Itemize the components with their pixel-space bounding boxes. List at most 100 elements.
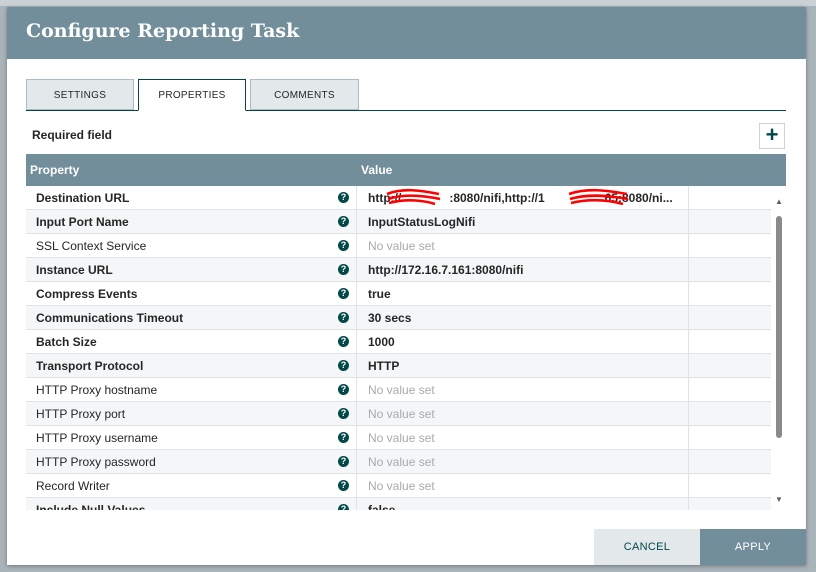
help-icon[interactable]: ?: [338, 264, 349, 275]
column-divider: [688, 498, 689, 510]
property-value[interactable]: http://172.16.7.161:8080/nifi: [368, 263, 523, 277]
tab-comments[interactable]: COMMENTS: [250, 79, 359, 110]
table-row[interactable]: HTTP Proxy hostname? No value set: [26, 378, 771, 402]
property-value[interactable]: 30 secs: [368, 311, 411, 325]
column-divider: [688, 450, 689, 474]
property-value[interactable]: No value set: [368, 239, 435, 253]
help-icon[interactable]: ?: [338, 456, 349, 467]
column-divider: [356, 282, 357, 306]
property-name: Transport Protocol: [36, 359, 144, 373]
property-value[interactable]: InputStatusLogNifi: [368, 215, 475, 229]
column-divider: [688, 378, 689, 402]
table-row[interactable]: Include Null Values? false: [26, 498, 771, 510]
cancel-button[interactable]: CANCEL: [594, 529, 700, 565]
scroll-up-arrow-icon[interactable]: ▲: [775, 197, 783, 206]
column-divider: [688, 426, 689, 450]
property-name: HTTP Proxy username: [36, 431, 158, 445]
table-body: Destination URL? http:// :8080/nifi,http:…: [26, 186, 771, 510]
column-divider: [688, 210, 689, 234]
column-divider: [688, 402, 689, 426]
help-icon[interactable]: ?: [338, 384, 349, 395]
property-name: Batch Size: [36, 335, 97, 349]
table-row[interactable]: HTTP Proxy password? No value set: [26, 450, 771, 474]
column-divider: [356, 450, 357, 474]
configure-reporting-task-dialog: Configure Reporting Task SETTINGS PROPER…: [7, 7, 806, 565]
table-row[interactable]: SSL Context Service? No value set: [26, 234, 771, 258]
redaction-scribble: [386, 188, 441, 206]
property-value[interactable]: HTTP: [368, 359, 399, 373]
table-row[interactable]: HTTP Proxy port? No value set: [26, 402, 771, 426]
column-divider: [356, 258, 357, 282]
help-icon[interactable]: ?: [338, 312, 349, 323]
help-icon[interactable]: ?: [338, 288, 349, 299]
table-row[interactable]: Communications Timeout? 30 secs: [26, 306, 771, 330]
property-name: Input Port Name: [36, 215, 129, 229]
help-icon[interactable]: ?: [338, 408, 349, 419]
column-divider: [688, 258, 689, 282]
property-value[interactable]: No value set: [368, 407, 435, 421]
table-header: Property Value: [26, 154, 786, 186]
background-strip: [0, 0, 816, 6]
column-header-property[interactable]: Property: [30, 163, 79, 177]
property-name: Compress Events: [36, 287, 138, 301]
column-divider: [688, 282, 689, 306]
column-divider: [688, 474, 689, 498]
property-name: Communications Timeout: [36, 311, 184, 325]
redaction-scribble: [568, 188, 629, 206]
help-icon[interactable]: ?: [338, 192, 349, 203]
property-name: HTTP Proxy password: [36, 455, 156, 469]
dialog-header: Configure Reporting Task: [7, 7, 806, 59]
column-divider: [688, 330, 689, 354]
dialog-footer: CANCEL APPLY: [7, 529, 806, 565]
help-icon[interactable]: ?: [338, 432, 349, 443]
column-divider: [688, 354, 689, 378]
add-property-button[interactable]: +: [759, 123, 785, 149]
property-name: SSL Context Service: [36, 239, 147, 253]
column-divider: [356, 402, 357, 426]
property-name: Include Null Values: [36, 503, 146, 510]
tab-properties[interactable]: PROPERTIES: [138, 79, 246, 111]
table-row[interactable]: Compress Events? true: [26, 282, 771, 306]
scroll-down-arrow-icon[interactable]: ▼: [775, 495, 783, 504]
table-row[interactable]: Batch Size? 1000: [26, 330, 771, 354]
help-icon[interactable]: ?: [338, 480, 349, 491]
dialog-title: Configure Reporting Task: [26, 20, 300, 42]
scrollbar-thumb[interactable]: [776, 216, 782, 438]
column-header-value[interactable]: Value: [361, 163, 392, 177]
table-row[interactable]: Input Port Name? InputStatusLogNifi: [26, 210, 771, 234]
property-value[interactable]: No value set: [368, 383, 435, 397]
column-divider: [356, 186, 357, 210]
table-row[interactable]: Record Writer? No value set: [26, 474, 771, 498]
property-name: Record Writer: [36, 479, 110, 493]
table-row[interactable]: Transport Protocol? HTTP: [26, 354, 771, 378]
tab-settings[interactable]: SETTINGS: [26, 79, 134, 110]
column-divider: [356, 474, 357, 498]
property-value[interactable]: No value set: [368, 455, 435, 469]
property-name: Instance URL: [36, 263, 113, 277]
help-icon[interactable]: ?: [338, 336, 349, 347]
table-row[interactable]: Instance URL? http://172.16.7.161:8080/ni…: [26, 258, 771, 282]
help-icon[interactable]: ?: [338, 360, 349, 371]
help-icon[interactable]: ?: [338, 240, 349, 251]
column-divider: [688, 306, 689, 330]
property-value[interactable]: true: [368, 287, 391, 301]
column-divider: [688, 234, 689, 258]
property-value[interactable]: No value set: [368, 431, 435, 445]
column-divider: [356, 330, 357, 354]
column-divider: [356, 378, 357, 402]
table-row[interactable]: Destination URL? http:// :8080/nifi,http:…: [26, 186, 771, 210]
property-value[interactable]: No value set: [368, 479, 435, 493]
help-icon[interactable]: ?: [338, 504, 349, 510]
property-value[interactable]: 1000: [368, 335, 395, 349]
column-divider: [356, 426, 357, 450]
column-divider: [356, 234, 357, 258]
column-divider: [356, 354, 357, 378]
property-name: Destination URL: [36, 191, 130, 205]
required-field-label: Required field: [32, 128, 113, 142]
help-icon[interactable]: ?: [338, 216, 349, 227]
property-value[interactable]: false: [368, 503, 395, 510]
table-row[interactable]: HTTP Proxy username? No value set: [26, 426, 771, 450]
apply-button[interactable]: APPLY: [700, 529, 806, 565]
column-divider: [356, 306, 357, 330]
property-name: HTTP Proxy port: [36, 407, 126, 421]
